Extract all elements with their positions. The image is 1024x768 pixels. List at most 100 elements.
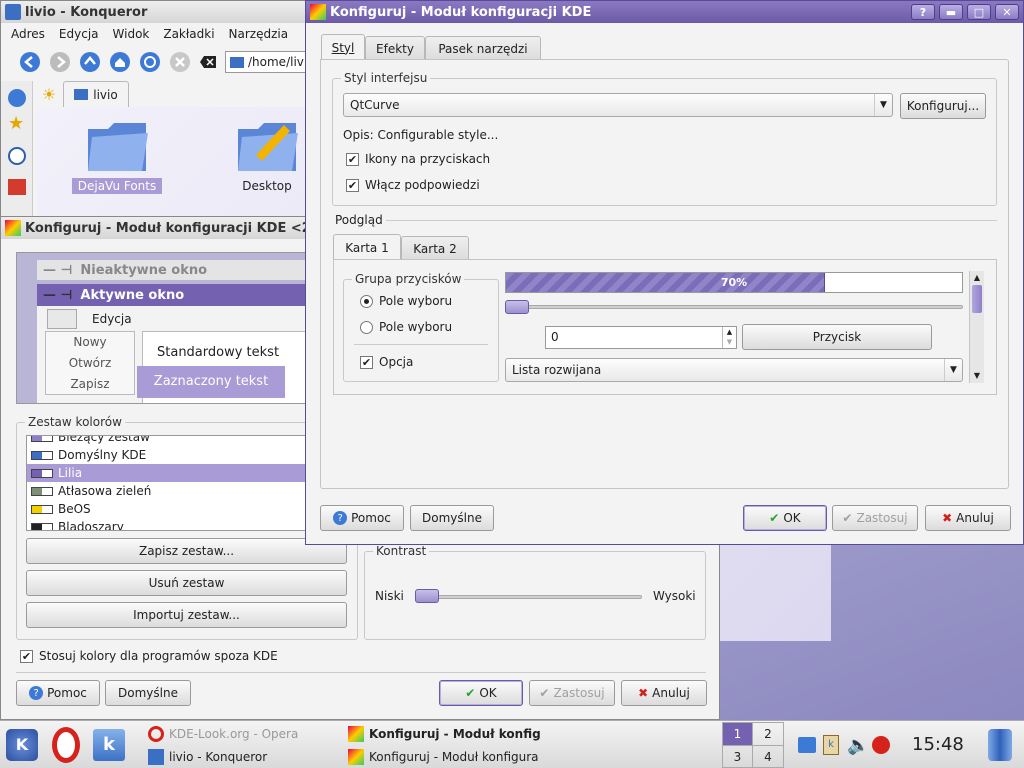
scroll-up-icon[interactable]: ▲: [970, 271, 984, 285]
list-item[interactable]: Lilia: [27, 464, 305, 482]
radio-button[interactable]: [360, 294, 373, 308]
home-icon[interactable]: [109, 51, 131, 73]
pager-desktop-4[interactable]: 4: [753, 746, 783, 768]
list-item[interactable]: Bladoszary: [27, 518, 305, 530]
contrast-slider-track[interactable]: [415, 595, 642, 599]
update-icon[interactable]: [872, 736, 890, 754]
menu-item[interactable]: Narzędzia: [229, 27, 289, 41]
spin-box[interactable]: 0 ▲ ▼: [545, 326, 737, 349]
opera-small-icon: [148, 726, 164, 742]
task-colors-dialog[interactable]: Konfiguruj - Moduł konfigura: [348, 746, 544, 768]
opera-icon[interactable]: [52, 727, 80, 763]
tooltips-option[interactable]: ✔ Włącz podpowiedzi: [346, 178, 480, 192]
active-window-title: — ⊣ Aktywne okno: [37, 284, 315, 306]
konqueror-launcher-icon[interactable]: k: [93, 729, 125, 761]
progress-bar: 70%: [505, 272, 963, 293]
spin-down-icon[interactable]: ▼: [722, 337, 736, 348]
tooltips-checkbox[interactable]: ✔: [346, 178, 359, 192]
stop-icon[interactable]: [169, 51, 191, 73]
preview-slider-track[interactable]: [505, 305, 963, 309]
preview-slider-handle[interactable]: [505, 300, 529, 314]
new-tab-icon[interactable]: ☀: [39, 85, 59, 104]
style-select[interactable]: QtCurve ▼: [343, 93, 893, 117]
globe-icon[interactable]: [8, 89, 26, 107]
push-button[interactable]: Przycisk: [742, 324, 932, 350]
import-scheme-button[interactable]: Importuj zestaw...: [26, 602, 347, 628]
apply-button[interactable]: ✔ Zastosuj: [832, 505, 918, 531]
save-scheme-button[interactable]: Zapisz zestaw...: [26, 538, 347, 564]
location-field[interactable]: /home/livio: [225, 51, 315, 73]
reload-icon[interactable]: [139, 51, 161, 73]
volume-icon[interactable]: 🔈: [847, 735, 869, 756]
minimize-button[interactable]: ▬: [939, 4, 963, 20]
pager-desktop-1[interactable]: 1: [723, 723, 753, 746]
cancel-button[interactable]: ✖ Anuluj: [621, 680, 707, 706]
help-button[interactable]: ? Pomoc: [320, 505, 404, 531]
color-scheme-list[interactable]: Bieżący zestaw Domyślny KDE Lilia Atłaso…: [26, 435, 306, 531]
clear-location-icon[interactable]: [199, 55, 217, 69]
menu-item[interactable]: Zakładki: [163, 27, 214, 41]
help-button[interactable]: ? Pomoc: [16, 680, 100, 706]
style-group-label: Styl interfejsu: [341, 71, 431, 85]
list-item[interactable]: BeOS: [27, 500, 305, 518]
radio-button[interactable]: [360, 320, 373, 334]
ok-button[interactable]: ✔ OK: [439, 680, 523, 706]
task-opera[interactable]: KDE-Look.org - Opera: [148, 723, 338, 745]
list-item[interactable]: Domyślny KDE: [27, 446, 305, 464]
defaults-button[interactable]: Domyślne: [410, 505, 494, 531]
radio-option-1[interactable]: Pole wyboru: [360, 294, 452, 308]
maximize-button[interactable]: □: [967, 4, 991, 20]
task-konqueror[interactable]: livio - Konqueror: [148, 746, 338, 768]
tab-card-1[interactable]: Karta 1: [333, 234, 401, 260]
configure-style-button[interactable]: Konfiguruj...: [900, 93, 986, 119]
scrollbar-thumb[interactable]: [972, 285, 982, 313]
tab-effects[interactable]: Efekty: [365, 36, 425, 60]
file-icon-item[interactable]: Desktop: [217, 115, 317, 194]
preview-scrollbar[interactable]: ▲ ▼: [969, 271, 984, 383]
pager-desktop-2[interactable]: 2: [753, 723, 783, 746]
help-window-button[interactable]: ?: [911, 4, 935, 20]
bookmarks-icon[interactable]: ★: [8, 115, 25, 133]
apply-nonkde-checkbox[interactable]: ✔: [20, 649, 33, 663]
preview-dropdown[interactable]: Lista rozwijana ▼: [505, 358, 963, 382]
klipper-icon[interactable]: k: [823, 735, 839, 755]
network-icon[interactable]: [798, 737, 816, 753]
check-icon: ✔: [842, 511, 853, 525]
apply-nonkde-option[interactable]: ✔ Stosuj kolory dla programów spoza KDE: [20, 649, 278, 663]
scroll-down-icon[interactable]: ▼: [970, 369, 984, 383]
defaults-button[interactable]: Domyślne: [105, 680, 191, 706]
kde-menu-icon[interactable]: K: [6, 729, 38, 761]
list-item[interactable]: Bieżący zestaw: [27, 436, 305, 446]
up-icon[interactable]: [79, 51, 101, 73]
tab-style[interactable]: Styl: [321, 34, 365, 60]
icons-on-buttons-option[interactable]: ✔ Ikony na przyciskach: [346, 152, 490, 166]
style-dialog-titlebar[interactable]: Konfiguruj - Moduł konfiguracji KDE ? ▬ …: [306, 1, 1023, 23]
file-icon-item[interactable]: DejaVu Fonts: [67, 115, 167, 194]
scheme-swatch: [31, 522, 53, 530]
contrast-slider-handle[interactable]: [415, 589, 439, 603]
tab-toolbar[interactable]: Pasek narzędzi: [425, 36, 541, 60]
menu-item[interactable]: Edycja: [59, 27, 99, 41]
menu-item[interactable]: Adres: [11, 27, 45, 41]
remove-scheme-button[interactable]: Usuń zestaw: [26, 570, 347, 596]
radio-option-2[interactable]: Pole wyboru: [360, 320, 452, 334]
list-item[interactable]: Atłasowa zieleń: [27, 482, 305, 500]
tab-card-2[interactable]: Karta 2: [401, 236, 469, 260]
menu-item[interactable]: Widok: [113, 27, 150, 41]
forward-icon[interactable]: [49, 51, 71, 73]
icons-on-buttons-checkbox[interactable]: ✔: [346, 152, 359, 166]
task-style-dialog[interactable]: Konfiguruj - Moduł konfig: [348, 723, 544, 745]
home-folder-icon[interactable]: [8, 179, 26, 195]
ok-button[interactable]: ✔ OK: [743, 505, 827, 531]
option-checkbox-row[interactable]: ✔ Opcja: [360, 355, 413, 369]
history-icon[interactable]: [8, 147, 26, 165]
cancel-button[interactable]: ✖ Anuluj: [925, 505, 1011, 531]
clock[interactable]: 15:48: [912, 734, 964, 755]
pager-desktop-3[interactable]: 3: [723, 746, 753, 768]
back-icon[interactable]: [19, 51, 41, 73]
option-checkbox[interactable]: ✔: [360, 355, 373, 369]
trash-icon[interactable]: [988, 729, 1012, 761]
konqueror-tab[interactable]: livio: [63, 81, 129, 107]
close-button[interactable]: ✕: [995, 4, 1019, 20]
apply-button[interactable]: ✔ Zastosuj: [529, 680, 615, 706]
